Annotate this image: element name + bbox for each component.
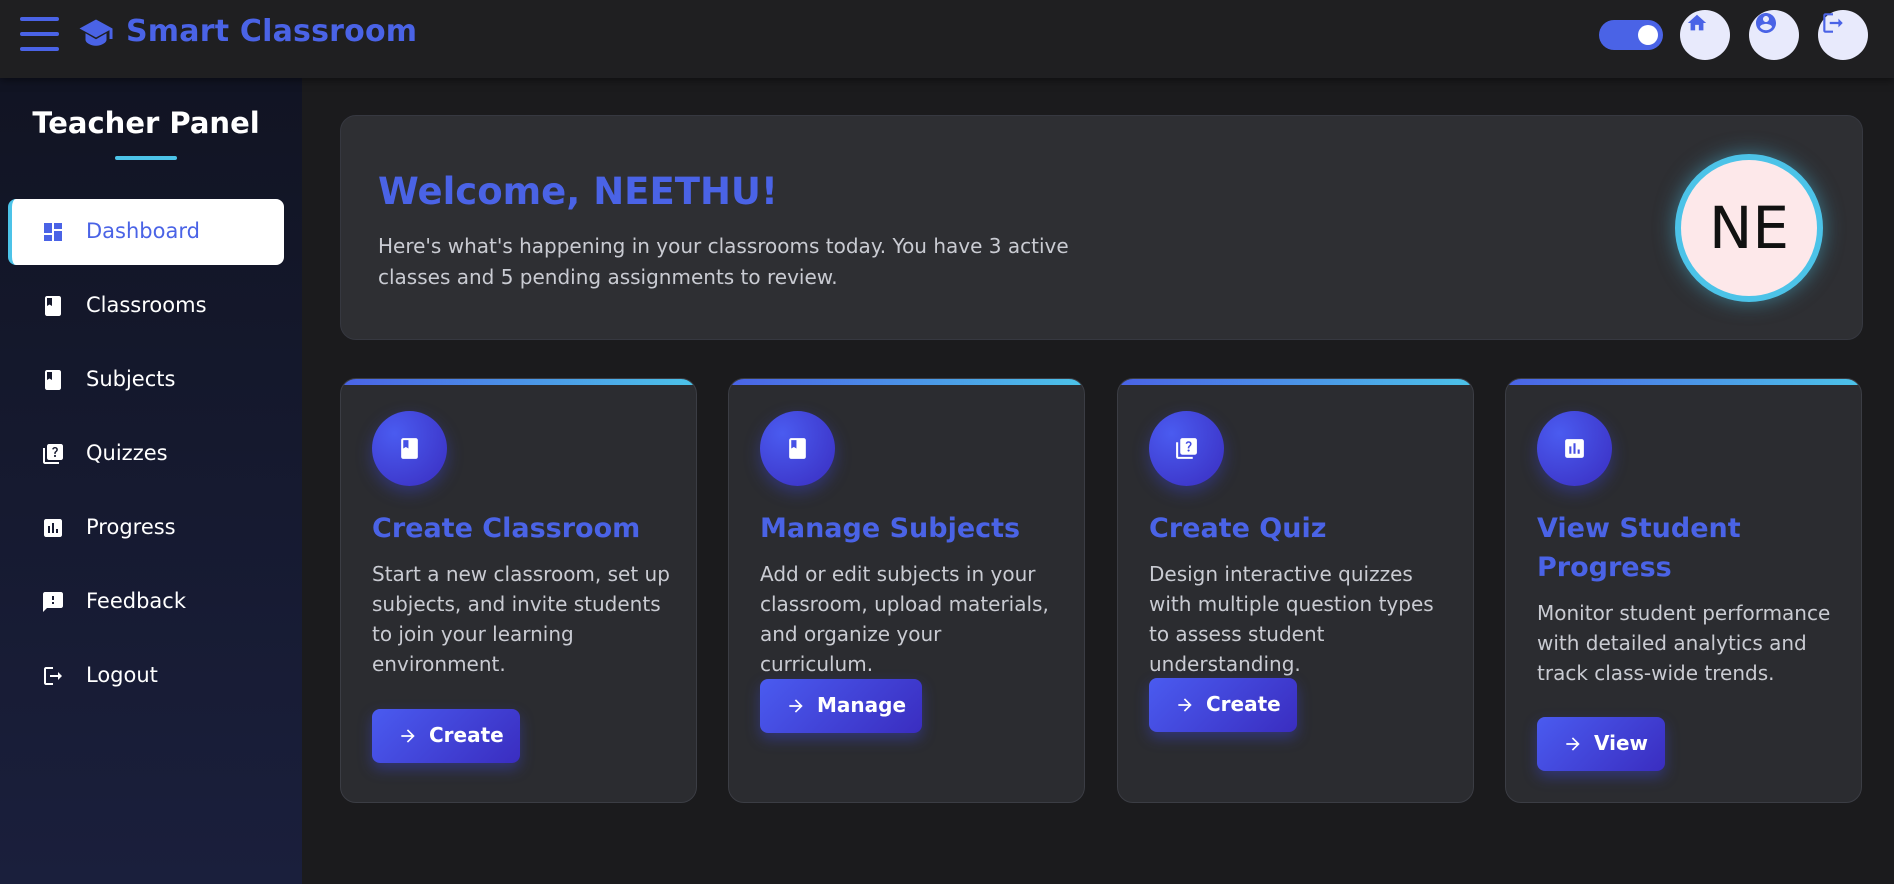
card-description: Monitor student performance with detaile… — [1537, 601, 1831, 685]
manage-subjects-button[interactable]: Manage — [760, 679, 922, 733]
sidebar-item-label: Feedback — [86, 589, 187, 613]
sidebar: Teacher Panel Dashboard Classrooms Subje… — [0, 78, 302, 884]
arrow-right-icon — [1178, 698, 1192, 712]
welcome-banner: Welcome, NEETHU! Here's what's happening… — [340, 115, 1863, 340]
card-manage-subjects: Manage Subjects Add or edit subjects in … — [728, 378, 1085, 803]
bar-chart-icon — [1565, 439, 1584, 458]
sidebar-item-label: Logout — [86, 663, 158, 687]
card-accent-bar — [341, 379, 696, 385]
sidebar-item-label: Classrooms — [86, 293, 207, 317]
button-label: Manage — [817, 693, 907, 717]
logout-button[interactable] — [1818, 10, 1868, 60]
sidebar-item-progress[interactable]: Progress — [8, 495, 284, 561]
home-icon — [1687, 14, 1707, 31]
logout-icon — [1823, 13, 1843, 33]
sidebar-item-label: Quizzes — [86, 441, 168, 465]
card-icon-badge — [372, 411, 447, 486]
view-progress-button[interactable]: View — [1537, 717, 1665, 771]
account-circle-icon — [1756, 13, 1776, 33]
card-icon-badge — [1149, 411, 1224, 486]
card-title: Create Classroom — [372, 513, 641, 544]
sidebar-item-classrooms[interactable]: Classrooms — [8, 273, 284, 339]
book-icon — [45, 370, 61, 390]
avatar[interactable]: NE — [1675, 154, 1823, 302]
create-quiz-button[interactable]: Create — [1149, 678, 1297, 732]
dashboard-icon — [44, 223, 62, 241]
sidebar-item-label: Subjects — [86, 367, 176, 391]
arrow-right-icon — [1566, 737, 1580, 751]
card-description: Design interactive quizzes with multiple… — [1149, 562, 1434, 676]
card-accent-bar — [1118, 379, 1473, 385]
card-title: Create Quiz — [1149, 513, 1327, 544]
card-icon-badge — [1537, 411, 1612, 486]
book-icon — [789, 438, 806, 459]
sidebar-item-label: Dashboard — [86, 219, 200, 243]
sidebar-title-underline — [115, 156, 177, 160]
sidebar-item-dashboard[interactable]: Dashboard — [8, 199, 284, 265]
sidebar-title: Teacher Panel — [32, 106, 260, 140]
card-create-quiz: Create Quiz Design interactive quizzes w… — [1117, 378, 1474, 803]
create-classroom-button[interactable]: Create — [372, 709, 520, 763]
hamburger-menu-icon[interactable] — [20, 17, 59, 51]
quiz-icon — [1176, 438, 1197, 459]
sidebar-item-feedback[interactable]: Feedback — [8, 569, 284, 635]
graduation-cap-icon — [79, 19, 113, 46]
button-label: Create — [1206, 692, 1281, 716]
card-description: Start a new classroom, set up subjects, … — [372, 562, 670, 676]
home-button[interactable] — [1680, 10, 1730, 60]
button-label: View — [1594, 731, 1649, 755]
top-bar: Smart Classroom — [0, 0, 1894, 78]
bar-chart-icon — [44, 519, 62, 537]
sidebar-item-label: Progress — [86, 515, 176, 539]
arrow-right-icon — [789, 699, 803, 713]
button-label: Create — [429, 723, 504, 747]
book-icon — [45, 296, 61, 316]
book-icon — [401, 438, 418, 459]
card-title: Manage Subjects — [760, 513, 1021, 544]
sidebar-item-quizzes[interactable]: Quizzes — [8, 421, 284, 487]
logout-icon — [44, 667, 62, 685]
welcome-title: Welcome, NEETHU! — [378, 170, 778, 213]
quiz-icon — [43, 444, 63, 464]
app-title[interactable]: Smart Classroom — [126, 14, 417, 49]
card-title: View Student Progress — [1537, 513, 1741, 583]
card-accent-bar — [729, 379, 1084, 385]
profile-button[interactable] — [1749, 10, 1799, 60]
card-description: Add or edit subjects in your classroom, … — [760, 562, 1049, 676]
card-accent-bar — [1506, 379, 1861, 385]
card-create-classroom: Create Classroom Start a new classroom, … — [340, 378, 697, 803]
card-view-student-progress: View Student Progress Monitor student pe… — [1505, 378, 1862, 803]
arrow-right-icon — [401, 729, 415, 743]
theme-toggle[interactable] — [1599, 20, 1663, 50]
welcome-text: Here's what's happening in your classroo… — [378, 234, 1069, 289]
sidebar-item-subjects[interactable]: Subjects — [8, 347, 284, 413]
card-icon-badge — [760, 411, 835, 486]
feedback-icon — [43, 592, 63, 612]
sidebar-item-logout[interactable]: Logout — [8, 643, 284, 709]
